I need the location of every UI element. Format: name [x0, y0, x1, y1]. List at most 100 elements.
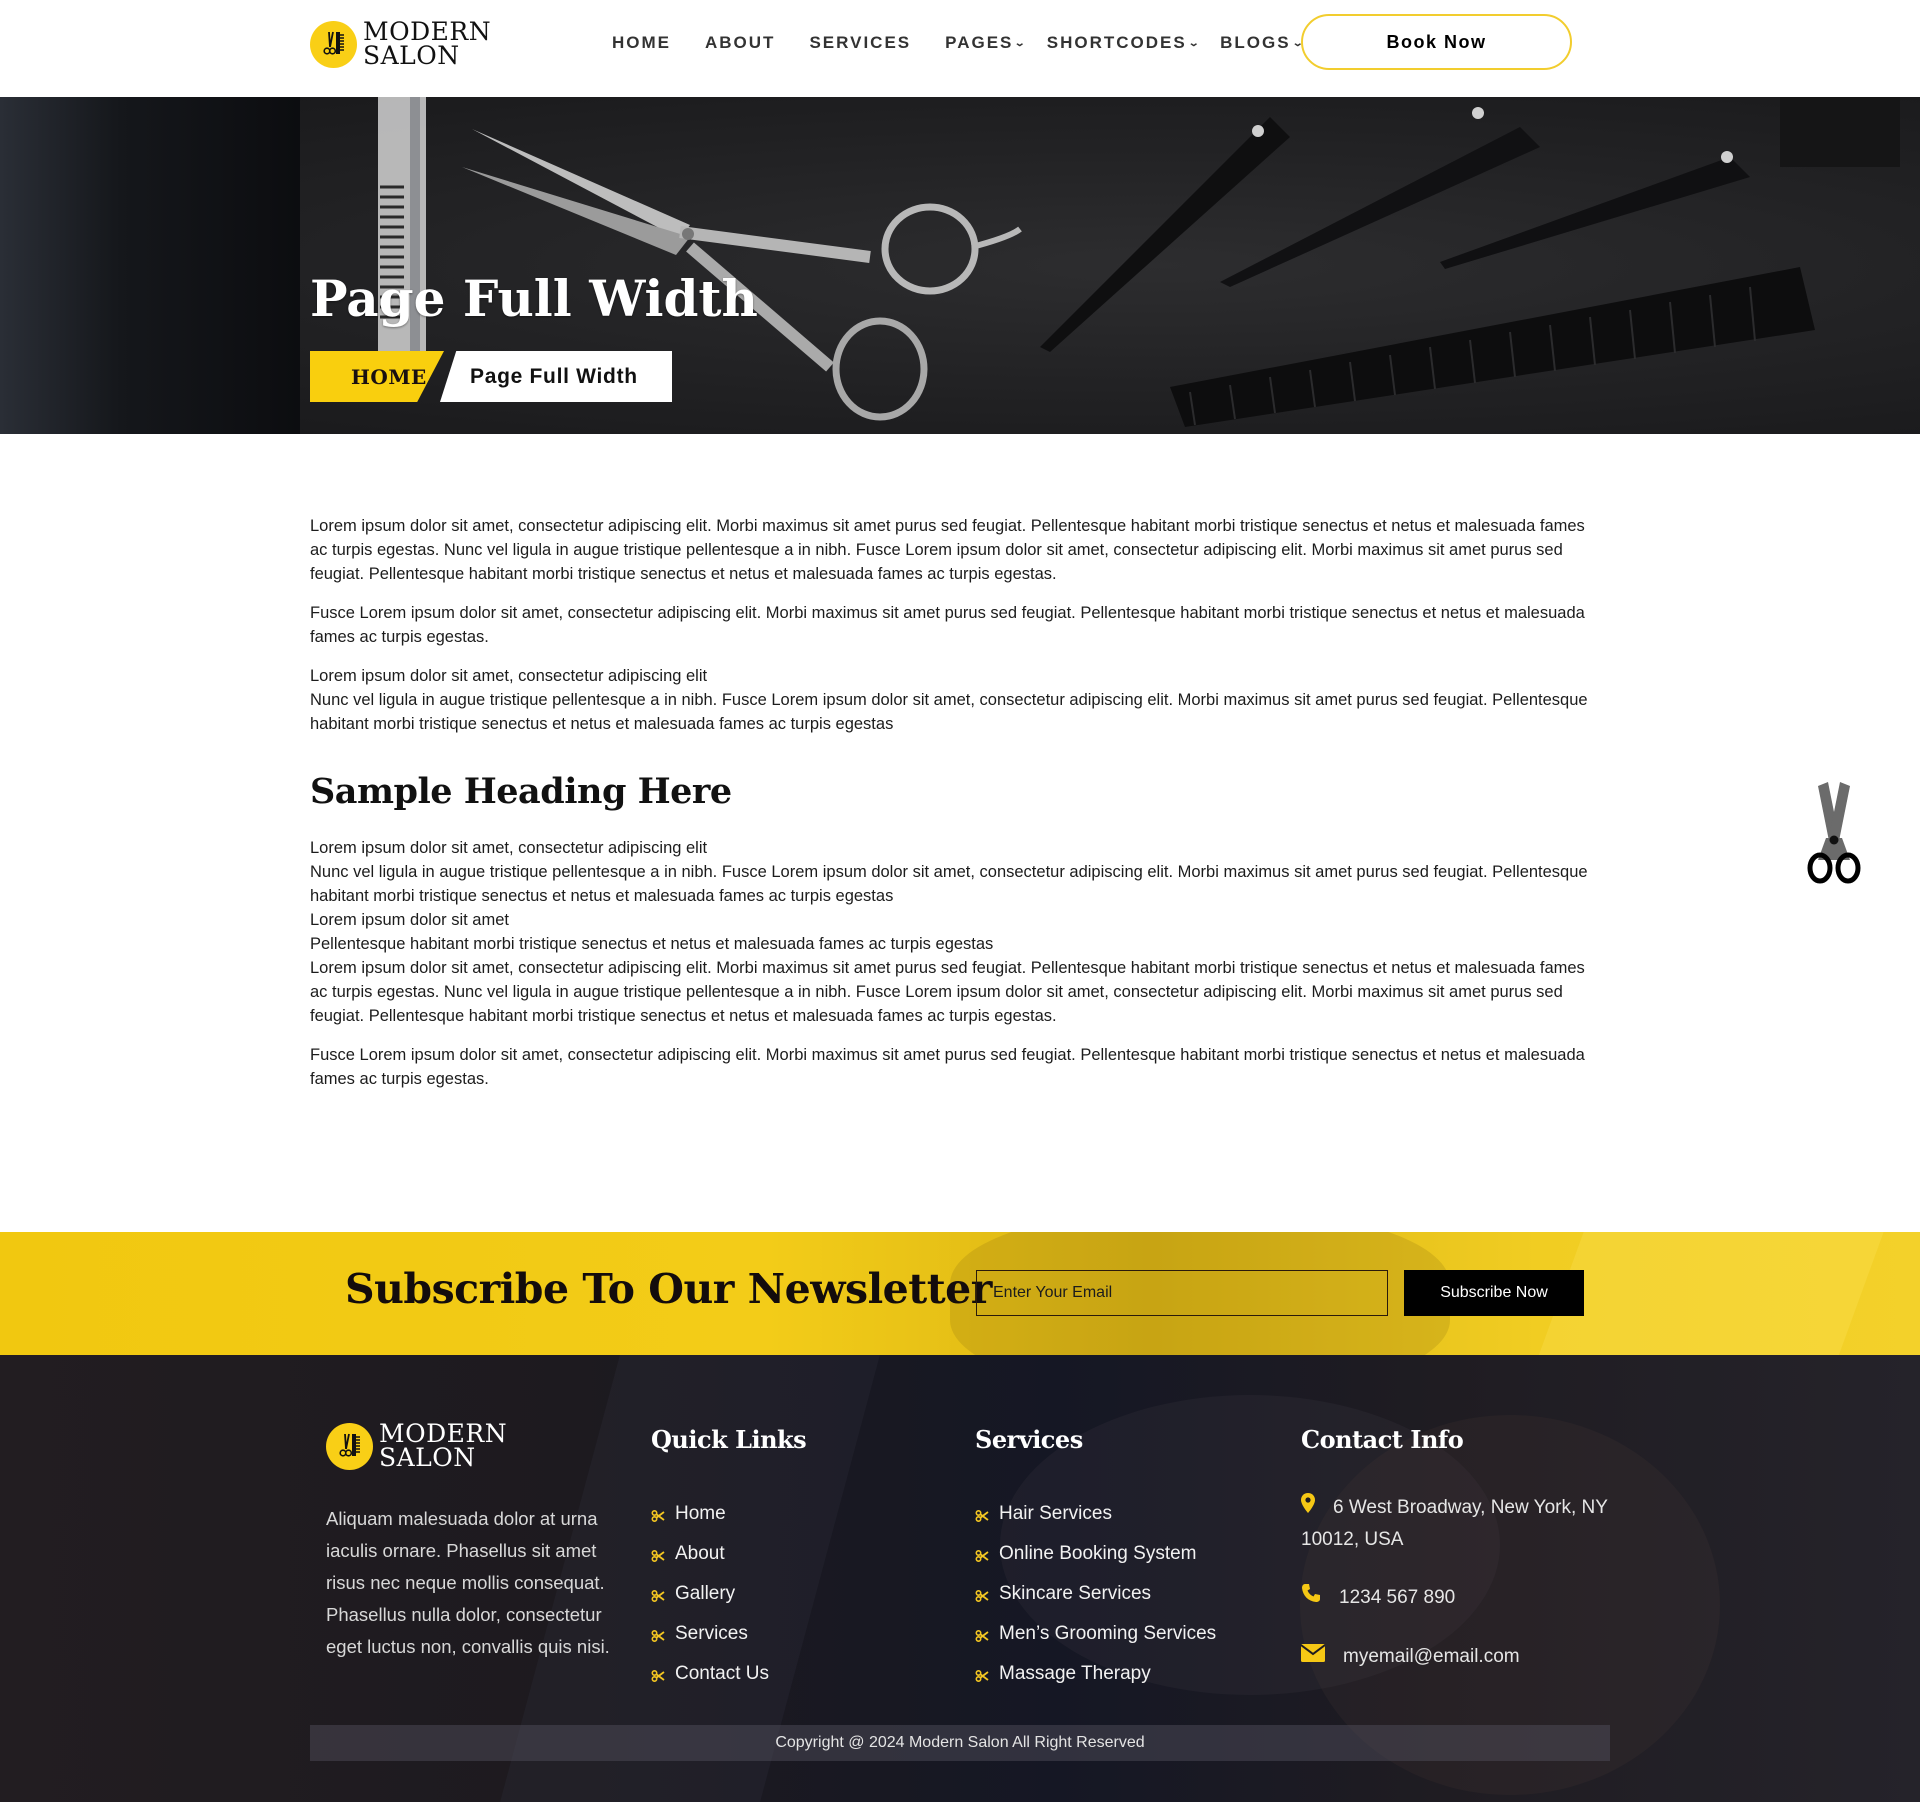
- footer-service-link[interactable]: Hair Services: [975, 1494, 1216, 1534]
- link-label: Skincare Services: [999, 1583, 1152, 1604]
- section-heading: Sample Heading Here: [310, 771, 732, 812]
- nav-item-services[interactable]: SERVICES: [809, 33, 911, 53]
- contact-phone[interactable]: 1234 567 890: [1301, 1582, 1611, 1614]
- breadcrumb-home-link[interactable]: HOME: [310, 351, 444, 402]
- link-label: Contact Us: [675, 1663, 769, 1684]
- map-pin-icon: [1301, 1492, 1315, 1524]
- text-line: Pellentesque habitant morbi tristique se…: [310, 935, 994, 953]
- logo-line-2: SALON: [379, 1443, 476, 1472]
- scissors-icon[interactable]: [1800, 780, 1868, 884]
- scissors-bullet-icon: [975, 1549, 989, 1563]
- newsletter-title: Subscribe To Our Newsletter: [345, 1265, 992, 1313]
- footer-heading: Services: [975, 1425, 1083, 1454]
- scissors-bullet-icon: [651, 1549, 665, 1563]
- scissors-bullet-icon: [651, 1589, 665, 1603]
- link-label: Hair Services: [999, 1503, 1112, 1524]
- footer-about-text: Aliquam malesuada dolor at urna iaculis …: [326, 1508, 610, 1657]
- nav-item-pages[interactable]: PAGES ⌄: [945, 33, 1027, 53]
- quick-links-list: Home About Gallery Services Contact Us: [651, 1494, 806, 1694]
- page-title: Page Full Width: [310, 269, 758, 328]
- site-footer: MODERN SALON Aliquam malesuada dolor at …: [0, 1355, 1920, 1802]
- subscribe-button[interactable]: Subscribe Now: [1404, 1270, 1584, 1316]
- nav-label: BLOGS: [1220, 33, 1291, 52]
- contact-address: 6 West Broadway, New York, NY 10012, USA: [1301, 1492, 1611, 1556]
- nav-label: SHORTCODES: [1046, 33, 1187, 52]
- text-line: Lorem ipsum dolor sit amet, consectetur …: [310, 667, 708, 685]
- nav-label: ABOUT: [705, 33, 776, 52]
- services-list: Hair Services Online Booking System Skin…: [975, 1494, 1216, 1694]
- contact-address-text: 6 West Broadway, New York, NY 10012, USA: [1301, 1497, 1608, 1551]
- text-line: Lorem ipsum dolor sit amet, consectetur …: [310, 839, 708, 857]
- nav-item-blogs[interactable]: BLOGS ⌄: [1220, 33, 1304, 53]
- envelope-icon: [1300, 1641, 1326, 1673]
- footer-link-gallery[interactable]: Gallery: [651, 1574, 806, 1614]
- nav-label: SERVICES: [809, 33, 912, 52]
- newsletter-background-highlight: [1532, 1232, 1888, 1355]
- nav-item-shortcodes[interactable]: SHORTCODES ⌄: [1047, 33, 1200, 53]
- scissors-bullet-icon: [651, 1509, 665, 1523]
- scissors-bullet-icon: [975, 1589, 989, 1603]
- scissors-bullet-icon: [975, 1669, 989, 1683]
- footer-link-contact[interactable]: Contact Us: [651, 1654, 806, 1694]
- chevron-down-icon: ⌄: [1187, 37, 1203, 49]
- text-line: Nunc vel ligula in augue tristique pelle…: [310, 691, 1588, 733]
- newsletter-email-input[interactable]: [976, 1270, 1388, 1316]
- link-label: About: [675, 1543, 725, 1564]
- copyright-bar: Copyright @ 2024 Modern Salon All Right …: [310, 1725, 1610, 1761]
- link-label: Gallery: [675, 1583, 736, 1604]
- scissors-bullet-icon: [651, 1669, 665, 1683]
- scissors-comb-icon: [326, 1422, 373, 1470]
- newsletter-section: Subscribe To Our Newsletter Subscribe No…: [0, 1232, 1920, 1355]
- link-label: Massage Therapy: [999, 1663, 1151, 1684]
- text-line: Nunc vel ligula in augue tristique pelle…: [310, 863, 1588, 905]
- logo-wordmark: MODERN SALON: [379, 1421, 507, 1472]
- book-now-button[interactable]: Book Now: [1301, 14, 1572, 70]
- nav-item-home[interactable]: HOME: [612, 33, 671, 53]
- footer-contact-info: Contact Info 6 West Broadway, New York, …: [1300, 1425, 1611, 1673]
- link-label: Men’s Grooming Services: [999, 1623, 1217, 1644]
- paragraph: Fusce Lorem ipsum dolor sit amet, consec…: [310, 604, 1585, 646]
- footer-logo[interactable]: MODERN SALON: [326, 1421, 507, 1472]
- phone-icon: [1301, 1582, 1321, 1614]
- logo-wordmark: MODERN SALON: [363, 19, 491, 70]
- contact-email[interactable]: myemail@email.com: [1300, 1641, 1611, 1673]
- paragraph: Fusce Lorem ipsum dolor sit amet, consec…: [310, 1046, 1585, 1088]
- text-line: Lorem ipsum dolor sit amet, consectetur …: [310, 959, 1585, 1025]
- hero-background-tools-image: [378, 97, 1900, 427]
- scissors-bullet-icon: [651, 1629, 665, 1643]
- paragraph-block: Lorem ipsum dolor sit amet, consectetur …: [310, 836, 1602, 1028]
- breadcrumb: HOME Page Full Width: [310, 351, 672, 402]
- scissors-comb-icon: [310, 20, 357, 68]
- footer-heading: Contact Info: [1301, 1425, 1464, 1454]
- footer-link-services[interactable]: Services: [651, 1614, 806, 1654]
- footer-link-home[interactable]: Home: [651, 1494, 806, 1534]
- scissors-bullet-icon: [975, 1629, 989, 1643]
- contact-email-text: myemail@email.com: [1343, 1646, 1520, 1668]
- contact-phone-text: 1234 567 890: [1339, 1587, 1456, 1609]
- breadcrumb-current: Page Full Width: [440, 351, 672, 402]
- link-label: Online Booking System: [999, 1543, 1197, 1564]
- main-nav: HOME ABOUT SERVICES PAGES ⌄ SHORTCODES ⌄ B…: [612, 33, 1324, 53]
- footer-services: Services Hair Services Online Booking Sy…: [975, 1425, 1216, 1694]
- site-logo[interactable]: MODERN SALON: [310, 19, 491, 70]
- footer-service-link[interactable]: Massage Therapy: [975, 1654, 1216, 1694]
- text-line: Lorem ipsum dolor sit amet: [310, 911, 509, 929]
- paragraph-block: Lorem ipsum dolor sit amet, consectetur …: [310, 664, 1602, 736]
- nav-item-about[interactable]: ABOUT: [705, 33, 775, 53]
- copyright-text: Copyright @ 2024 Modern Salon All Right …: [775, 1734, 1145, 1751]
- footer-link-about[interactable]: About: [651, 1534, 806, 1574]
- footer-service-link[interactable]: Online Booking System: [975, 1534, 1216, 1574]
- link-label: Home: [675, 1503, 726, 1524]
- footer-service-link[interactable]: Men’s Grooming Services: [975, 1614, 1216, 1654]
- page-hero: Page Full Width HOME Page Full Width: [0, 97, 1920, 434]
- chevron-down-icon: ⌄: [1014, 37, 1029, 49]
- page-content: Lorem ipsum dolor sit amet, consectetur …: [310, 514, 1602, 1106]
- footer-heading: Quick Links: [651, 1425, 807, 1454]
- logo-line-2: SALON: [363, 41, 460, 70]
- link-label: Services: [675, 1623, 748, 1644]
- nav-label: PAGES: [945, 33, 1014, 52]
- nav-label: HOME: [612, 33, 671, 52]
- footer-service-link[interactable]: Skincare Services: [975, 1574, 1216, 1614]
- footer-quick-links: Quick Links Home About Gallery Services …: [651, 1425, 807, 1694]
- site-header: MODERN SALON HOME ABOUT SERVICES PAGES ⌄ …: [0, 0, 1920, 97]
